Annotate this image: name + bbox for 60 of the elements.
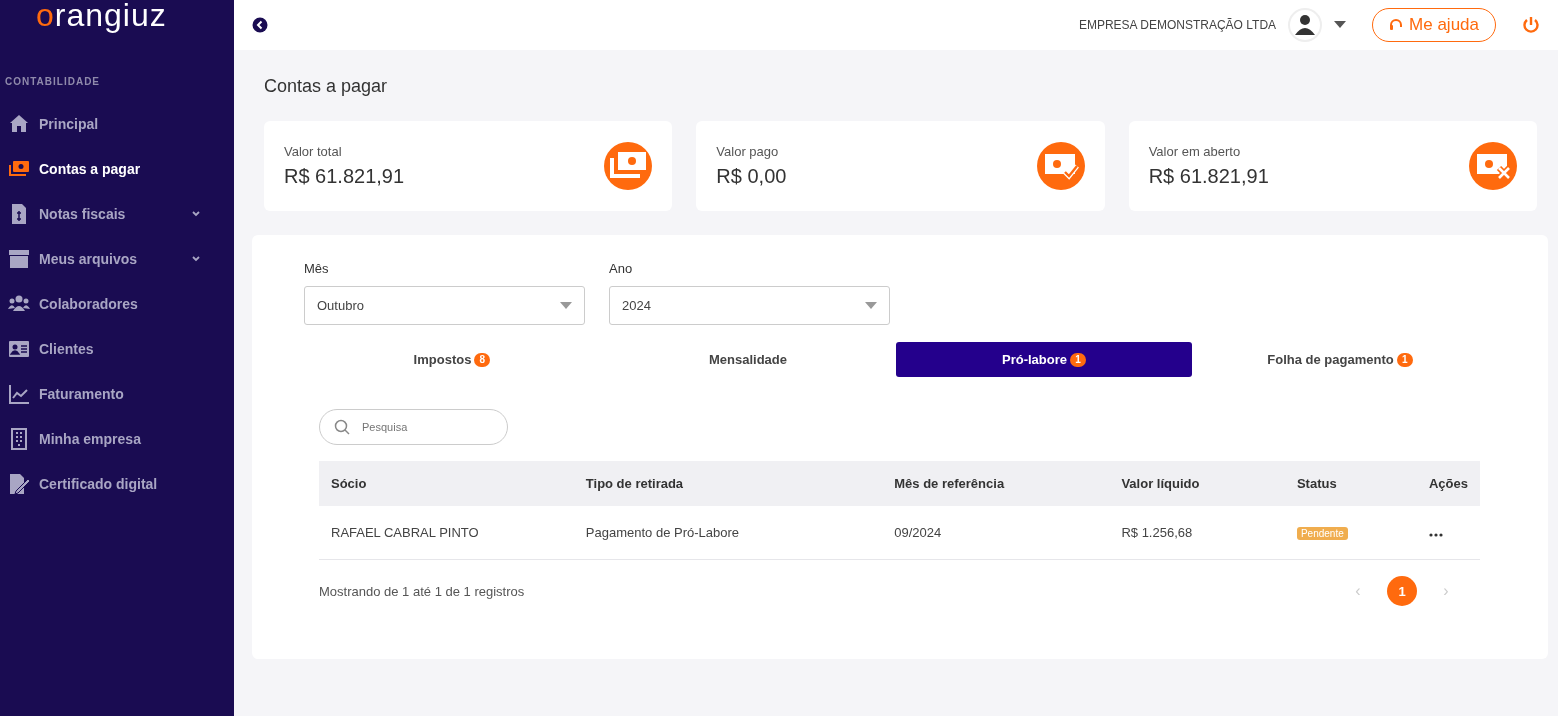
caret-icon — [865, 302, 877, 309]
column-header: Status — [1284, 461, 1417, 506]
money-check-icon — [1036, 142, 1085, 190]
sidebar-item[interactable]: Principal — [0, 101, 234, 146]
card-value: R$ 61.821,91 — [284, 165, 406, 188]
money-stack-icon — [604, 142, 653, 190]
sidebar-item[interactable]: Notas fiscais — [0, 191, 234, 236]
back-icon[interactable] — [252, 17, 268, 33]
sidebar-item[interactable]: Meus arquivos — [0, 236, 234, 281]
card-value: R$ 0,00 — [716, 165, 788, 188]
field-label: Mês — [304, 261, 330, 276]
count-badge: 1 — [1070, 352, 1086, 367]
field-label: Ano — [609, 261, 634, 276]
tab[interactable]: Mensalidade — [600, 342, 896, 377]
tab[interactable]: Pró-labore 1 — [896, 342, 1192, 377]
sidebar-item[interactable]: Faturamento — [0, 371, 234, 416]
count-badge: 1 — [1396, 352, 1413, 367]
sidebar-item[interactable]: Minha empresa — [0, 416, 234, 461]
caret-icon — [560, 302, 572, 309]
company-name: EMPRESA DEMONSTRAÇÃO LTDA — [1078, 18, 1277, 32]
card-label: Valor total — [284, 144, 343, 159]
table-cell: Pagamento de Pró-Labore — [573, 506, 883, 560]
column-header: Valor líquido — [1109, 461, 1285, 506]
archive-box-icon — [8, 247, 30, 270]
sidebar-item[interactable]: Clientes — [0, 326, 234, 371]
count-badge: 8 — [474, 352, 491, 367]
table-cell: RAFAEL CABRAL PINTO — [319, 506, 574, 560]
column-header: Sócio — [319, 461, 574, 506]
sidebar-item[interactable]: Certificado digital — [0, 461, 234, 506]
card-label: Valor em aberto — [1148, 144, 1242, 159]
headset-icon — [1389, 18, 1404, 32]
power-icon[interactable] — [1522, 16, 1540, 34]
table-cell: 09/2024 — [882, 506, 1110, 560]
tab[interactable]: Folha de pagamento 1 — [1192, 342, 1488, 377]
records-info: Mostrando de 1 até 1 de 1 registros — [319, 583, 526, 599]
home-icon — [8, 112, 30, 135]
sidebar-item[interactable]: Colaboradores — [0, 281, 234, 326]
building-icon — [8, 427, 30, 450]
search-icon — [334, 419, 350, 435]
column-header: Mês de referência — [882, 461, 1110, 506]
certificate-icon — [8, 472, 30, 495]
more-icon[interactable] — [1428, 533, 1443, 537]
table-cell: R$ 1.256,68 — [1109, 506, 1285, 560]
tab[interactable]: Impostos 8 — [304, 342, 600, 377]
select-field[interactable]: 2024 — [609, 286, 890, 325]
card-value: R$ 61.821,91 — [1148, 165, 1270, 188]
status-badge: Pendente — [1296, 527, 1348, 540]
logo: orangiuz — [36, 0, 168, 35]
sidebar-item[interactable]: Contas a pagar — [0, 146, 234, 191]
user-avatar[interactable] — [1288, 8, 1323, 42]
section-heading: CONTABILIDADE — [5, 76, 101, 87]
page-title: Contas a pagar — [264, 75, 389, 98]
line-chart-icon — [8, 382, 30, 405]
caret-icon[interactable] — [1334, 21, 1347, 29]
select-field[interactable]: Outubro — [304, 286, 585, 325]
card-label: Valor pago — [716, 144, 780, 159]
search-input: Pesquisa — [360, 420, 484, 434]
money-cross-icon — [1469, 142, 1517, 190]
column-header: Tipo de retirada — [573, 461, 883, 506]
column-header: Ações — [1416, 461, 1480, 506]
